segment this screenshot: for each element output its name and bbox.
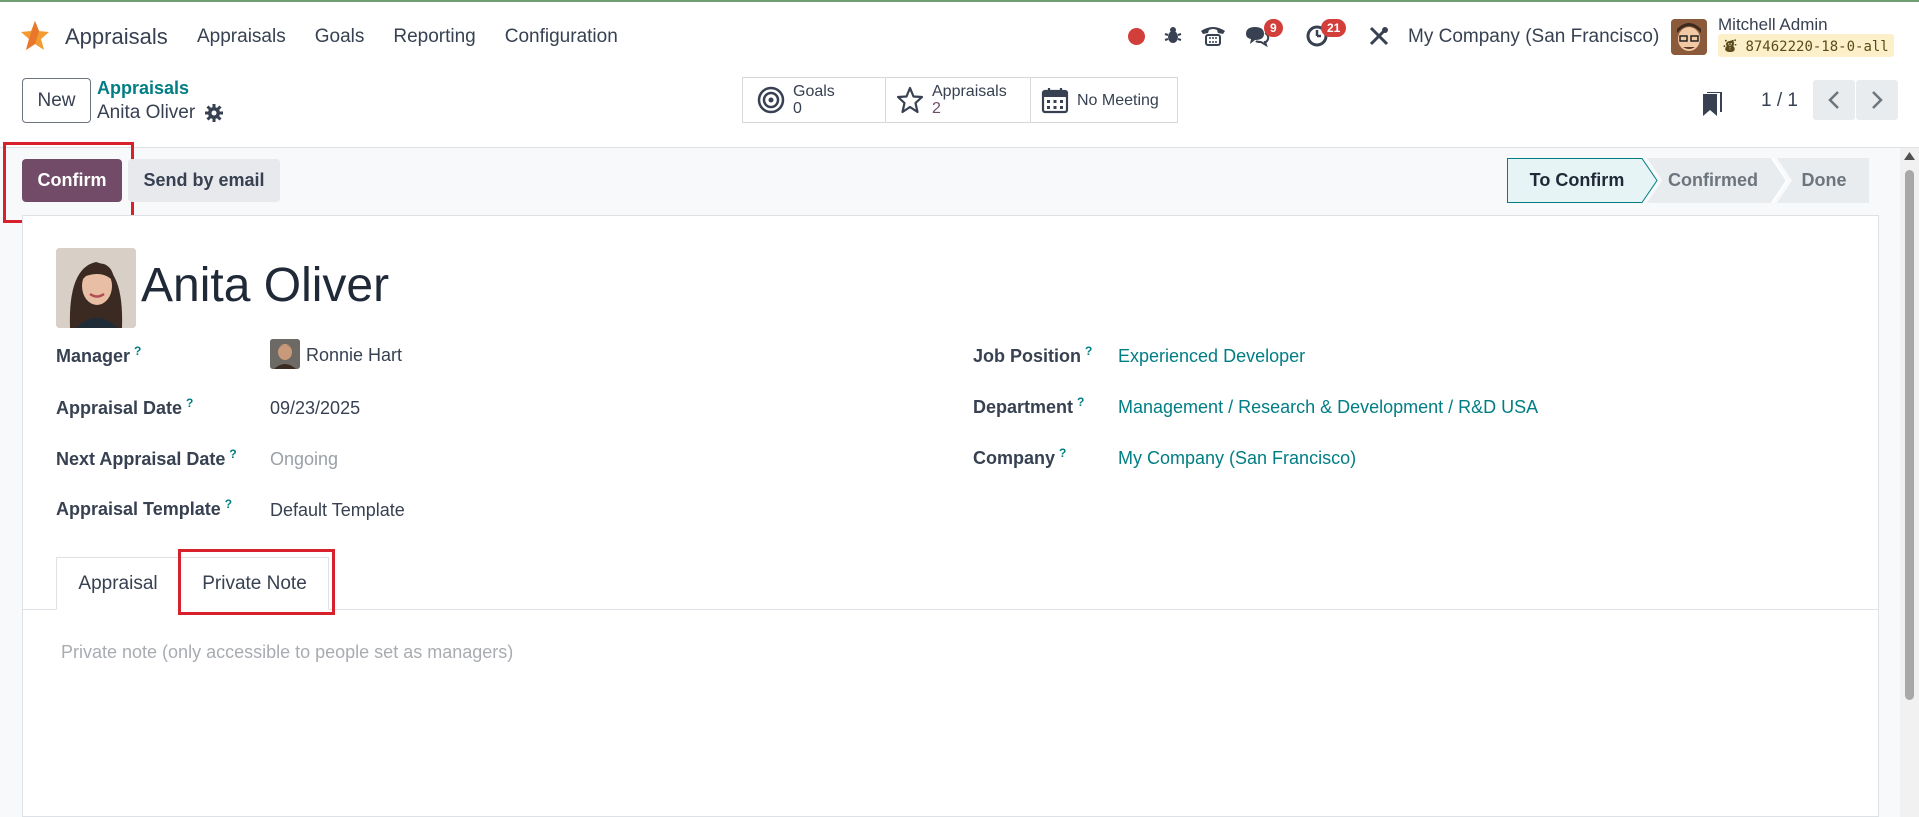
no-meeting-label: No Meeting (1077, 91, 1159, 109)
send-by-email-button[interactable]: Send by email (128, 159, 280, 202)
tab-appraisal[interactable]: Appraisal (56, 557, 180, 610)
manager-label: Manager? (56, 344, 142, 366)
pager-value[interactable]: 1 / 1 (1761, 90, 1798, 112)
calendar-icon (1041, 88, 1069, 114)
phone-icon[interactable] (1199, 23, 1227, 47)
new-button[interactable]: New (22, 78, 91, 123)
help-icon[interactable]: ? (1085, 344, 1092, 358)
employee-name[interactable]: Anita Oliver (141, 258, 389, 313)
stage-done[interactable]: Done (1779, 158, 1869, 203)
help-icon[interactable]: ? (1077, 395, 1084, 409)
goals-label: Goals (793, 83, 835, 100)
job-position-value[interactable]: Experienced Developer (1118, 346, 1305, 367)
messages-badge: 9 (1264, 19, 1283, 37)
target-icon (757, 86, 785, 114)
tools-icon[interactable] (1368, 25, 1390, 47)
meeting-smart-button[interactable]: No Meeting (1030, 77, 1178, 123)
private-note-highlight-box (178, 549, 335, 615)
company-label: Company? (973, 446, 1067, 468)
appraisals-smart-button[interactable]: Appraisals 2 (885, 77, 1031, 123)
company-switcher[interactable]: My Company (San Francisco) (1408, 26, 1659, 48)
menu-reporting[interactable]: Reporting (393, 26, 475, 48)
job-position-label: Job Position? (973, 344, 1093, 366)
appraisal-template-value[interactable]: Default Template (270, 500, 405, 521)
breadcrumb-parent[interactable]: Appraisals (97, 78, 189, 99)
stage-to-confirm[interactable]: To Confirm (1507, 158, 1647, 203)
pager-next-button[interactable] (1856, 80, 1898, 120)
scroll-up-arrow-icon[interactable] (1904, 152, 1915, 160)
next-appraisal-date-value[interactable]: Ongoing (270, 449, 338, 470)
user-avatar[interactable] (1671, 19, 1707, 55)
control-panel: New Appraisals Anita Oliver Goals 0 Appr… (0, 70, 1919, 148)
main-menu: Appraisals Goals Reporting Configuration (197, 26, 647, 48)
scrollbar-thumb[interactable] (1905, 170, 1914, 700)
confirm-highlight-box (3, 142, 134, 223)
menu-configuration[interactable]: Configuration (505, 26, 618, 48)
goals-count: 0 (793, 100, 802, 117)
gear-icon[interactable] (205, 104, 223, 122)
menu-appraisals[interactable]: Appraisals (197, 26, 286, 48)
bookmark-icon[interactable] (1700, 92, 1724, 118)
manager-avatar (270, 339, 300, 369)
database-name: ⛇ 87462220-18-0-all (1718, 34, 1894, 57)
private-note-editor[interactable]: Private note (only accessible to people … (61, 642, 513, 663)
menu-goals[interactable]: Goals (315, 26, 365, 48)
appraisal-date-value[interactable]: 09/23/2025 (270, 398, 360, 419)
stage-confirmed[interactable]: Confirmed (1647, 158, 1779, 203)
department-value[interactable]: Management / Research & Development / R&… (1118, 397, 1538, 418)
chevron-right-icon (1872, 91, 1883, 109)
appraisal-template-label: Appraisal Template? (56, 497, 233, 519)
help-icon[interactable]: ? (186, 396, 193, 410)
database-name-text: 87462220-18-0-all (1745, 39, 1889, 55)
top-navbar: Appraisals Appraisals Goals Reporting Co… (0, 0, 1919, 70)
help-icon[interactable]: ? (229, 447, 236, 461)
star-icon (896, 86, 924, 114)
manager-value[interactable]: Ronnie Hart (306, 345, 402, 366)
user-name[interactable]: Mitchell Admin (1718, 15, 1828, 35)
company-value[interactable]: My Company (San Francisco) (1118, 448, 1356, 469)
debug-bug-icon[interactable] (1162, 24, 1184, 46)
appraisals-label: Appraisals (932, 83, 1007, 100)
app-title[interactable]: Appraisals (65, 24, 168, 50)
activities-badge: 21 (1321, 19, 1347, 37)
help-icon[interactable]: ? (225, 497, 232, 511)
help-icon[interactable]: ? (1059, 446, 1066, 460)
appraisals-count: 2 (932, 100, 941, 117)
breadcrumb-current: Anita Oliver (97, 102, 196, 123)
next-appraisal-date-label: Next Appraisal Date? (56, 447, 237, 469)
pager-previous-button[interactable] (1813, 80, 1855, 120)
help-icon[interactable]: ? (134, 344, 141, 358)
goals-smart-button[interactable]: Goals 0 (742, 77, 886, 123)
app-logo-icon[interactable] (20, 20, 50, 52)
appraisal-date-label: Appraisal Date? (56, 396, 194, 418)
department-label: Department? (973, 395, 1085, 417)
status-bar: To Confirm Confirmed Done (1507, 158, 1869, 203)
recording-indicator-icon[interactable] (1128, 28, 1145, 45)
employee-photo[interactable] (56, 248, 136, 328)
chevron-left-icon (1828, 91, 1839, 109)
